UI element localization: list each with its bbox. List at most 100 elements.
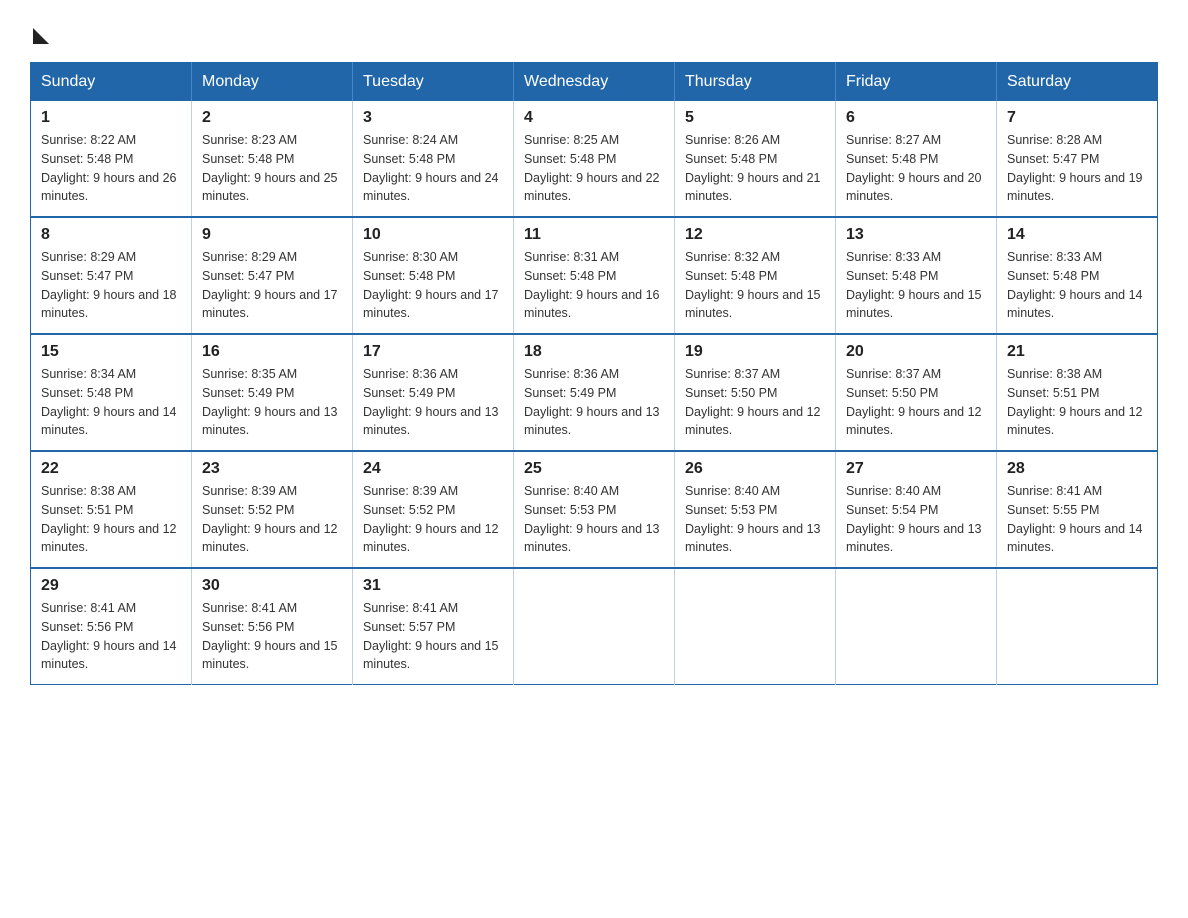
weekday-header-friday: Friday	[836, 63, 997, 102]
day-info: Sunrise: 8:24 AMSunset: 5:48 PMDaylight:…	[363, 133, 499, 203]
weekday-header-monday: Monday	[192, 63, 353, 102]
day-info: Sunrise: 8:40 AMSunset: 5:53 PMDaylight:…	[685, 484, 821, 554]
logo-arrow-icon	[33, 28, 49, 44]
day-number: 12	[685, 226, 825, 244]
calendar-cell: 31 Sunrise: 8:41 AMSunset: 5:57 PMDaylig…	[353, 568, 514, 685]
day-number: 23	[202, 460, 342, 478]
calendar-table: SundayMondayTuesdayWednesdayThursdayFrid…	[30, 62, 1158, 685]
day-info: Sunrise: 8:37 AMSunset: 5:50 PMDaylight:…	[846, 367, 982, 437]
calendar-cell: 15 Sunrise: 8:34 AMSunset: 5:48 PMDaylig…	[31, 334, 192, 451]
calendar-cell: 30 Sunrise: 8:41 AMSunset: 5:56 PMDaylig…	[192, 568, 353, 685]
day-info: Sunrise: 8:40 AMSunset: 5:54 PMDaylight:…	[846, 484, 982, 554]
day-info: Sunrise: 8:36 AMSunset: 5:49 PMDaylight:…	[363, 367, 499, 437]
calendar-cell: 24 Sunrise: 8:39 AMSunset: 5:52 PMDaylig…	[353, 451, 514, 568]
day-number: 21	[1007, 343, 1147, 361]
day-info: Sunrise: 8:29 AMSunset: 5:47 PMDaylight:…	[41, 250, 177, 320]
calendar-cell: 2 Sunrise: 8:23 AMSunset: 5:48 PMDayligh…	[192, 101, 353, 217]
day-info: Sunrise: 8:39 AMSunset: 5:52 PMDaylight:…	[202, 484, 338, 554]
page-header	[30, 20, 1158, 44]
day-number: 17	[363, 343, 503, 361]
day-number: 13	[846, 226, 986, 244]
day-info: Sunrise: 8:34 AMSunset: 5:48 PMDaylight:…	[41, 367, 177, 437]
calendar-week-row: 29 Sunrise: 8:41 AMSunset: 5:56 PMDaylig…	[31, 568, 1158, 685]
day-info: Sunrise: 8:36 AMSunset: 5:49 PMDaylight:…	[524, 367, 660, 437]
calendar-cell: 23 Sunrise: 8:39 AMSunset: 5:52 PMDaylig…	[192, 451, 353, 568]
calendar-cell: 14 Sunrise: 8:33 AMSunset: 5:48 PMDaylig…	[997, 217, 1158, 334]
calendar-cell: 16 Sunrise: 8:35 AMSunset: 5:49 PMDaylig…	[192, 334, 353, 451]
calendar-cell: 17 Sunrise: 8:36 AMSunset: 5:49 PMDaylig…	[353, 334, 514, 451]
calendar-week-row: 22 Sunrise: 8:38 AMSunset: 5:51 PMDaylig…	[31, 451, 1158, 568]
calendar-cell: 29 Sunrise: 8:41 AMSunset: 5:56 PMDaylig…	[31, 568, 192, 685]
calendar-week-row: 1 Sunrise: 8:22 AMSunset: 5:48 PMDayligh…	[31, 101, 1158, 217]
day-number: 3	[363, 109, 503, 127]
day-info: Sunrise: 8:33 AMSunset: 5:48 PMDaylight:…	[1007, 250, 1143, 320]
calendar-cell: 12 Sunrise: 8:32 AMSunset: 5:48 PMDaylig…	[675, 217, 836, 334]
calendar-cell: 4 Sunrise: 8:25 AMSunset: 5:48 PMDayligh…	[514, 101, 675, 217]
calendar-cell: 5 Sunrise: 8:26 AMSunset: 5:48 PMDayligh…	[675, 101, 836, 217]
day-number: 14	[1007, 226, 1147, 244]
day-number: 7	[1007, 109, 1147, 127]
day-info: Sunrise: 8:41 AMSunset: 5:55 PMDaylight:…	[1007, 484, 1143, 554]
day-number: 8	[41, 226, 181, 244]
day-number: 26	[685, 460, 825, 478]
calendar-cell: 22 Sunrise: 8:38 AMSunset: 5:51 PMDaylig…	[31, 451, 192, 568]
day-number: 25	[524, 460, 664, 478]
calendar-cell: 25 Sunrise: 8:40 AMSunset: 5:53 PMDaylig…	[514, 451, 675, 568]
day-number: 30	[202, 577, 342, 595]
calendar-cell	[836, 568, 997, 685]
day-number: 5	[685, 109, 825, 127]
day-info: Sunrise: 8:32 AMSunset: 5:48 PMDaylight:…	[685, 250, 821, 320]
day-info: Sunrise: 8:22 AMSunset: 5:48 PMDaylight:…	[41, 133, 177, 203]
calendar-cell	[514, 568, 675, 685]
day-number: 16	[202, 343, 342, 361]
calendar-cell	[675, 568, 836, 685]
day-number: 24	[363, 460, 503, 478]
day-number: 11	[524, 226, 664, 244]
day-info: Sunrise: 8:40 AMSunset: 5:53 PMDaylight:…	[524, 484, 660, 554]
day-info: Sunrise: 8:26 AMSunset: 5:48 PMDaylight:…	[685, 133, 821, 203]
logo	[30, 26, 49, 44]
calendar-cell: 28 Sunrise: 8:41 AMSunset: 5:55 PMDaylig…	[997, 451, 1158, 568]
day-info: Sunrise: 8:38 AMSunset: 5:51 PMDaylight:…	[1007, 367, 1143, 437]
day-number: 1	[41, 109, 181, 127]
day-info: Sunrise: 8:35 AMSunset: 5:49 PMDaylight:…	[202, 367, 338, 437]
weekday-header-wednesday: Wednesday	[514, 63, 675, 102]
day-number: 9	[202, 226, 342, 244]
calendar-cell: 10 Sunrise: 8:30 AMSunset: 5:48 PMDaylig…	[353, 217, 514, 334]
calendar-cell: 26 Sunrise: 8:40 AMSunset: 5:53 PMDaylig…	[675, 451, 836, 568]
calendar-cell: 18 Sunrise: 8:36 AMSunset: 5:49 PMDaylig…	[514, 334, 675, 451]
day-number: 27	[846, 460, 986, 478]
day-number: 19	[685, 343, 825, 361]
day-number: 29	[41, 577, 181, 595]
day-info: Sunrise: 8:39 AMSunset: 5:52 PMDaylight:…	[363, 484, 499, 554]
day-number: 31	[363, 577, 503, 595]
day-number: 4	[524, 109, 664, 127]
calendar-cell	[997, 568, 1158, 685]
day-number: 18	[524, 343, 664, 361]
day-info: Sunrise: 8:41 AMSunset: 5:56 PMDaylight:…	[202, 601, 338, 671]
day-number: 6	[846, 109, 986, 127]
calendar-cell: 20 Sunrise: 8:37 AMSunset: 5:50 PMDaylig…	[836, 334, 997, 451]
calendar-cell: 19 Sunrise: 8:37 AMSunset: 5:50 PMDaylig…	[675, 334, 836, 451]
weekday-header-sunday: Sunday	[31, 63, 192, 102]
day-info: Sunrise: 8:37 AMSunset: 5:50 PMDaylight:…	[685, 367, 821, 437]
calendar-cell: 1 Sunrise: 8:22 AMSunset: 5:48 PMDayligh…	[31, 101, 192, 217]
calendar-cell: 21 Sunrise: 8:38 AMSunset: 5:51 PMDaylig…	[997, 334, 1158, 451]
calendar-cell: 9 Sunrise: 8:29 AMSunset: 5:47 PMDayligh…	[192, 217, 353, 334]
calendar-cell: 11 Sunrise: 8:31 AMSunset: 5:48 PMDaylig…	[514, 217, 675, 334]
day-info: Sunrise: 8:33 AMSunset: 5:48 PMDaylight:…	[846, 250, 982, 320]
day-info: Sunrise: 8:29 AMSunset: 5:47 PMDaylight:…	[202, 250, 338, 320]
calendar-week-row: 8 Sunrise: 8:29 AMSunset: 5:47 PMDayligh…	[31, 217, 1158, 334]
day-info: Sunrise: 8:38 AMSunset: 5:51 PMDaylight:…	[41, 484, 177, 554]
calendar-week-row: 15 Sunrise: 8:34 AMSunset: 5:48 PMDaylig…	[31, 334, 1158, 451]
calendar-header-row: SundayMondayTuesdayWednesdayThursdayFrid…	[31, 63, 1158, 102]
day-info: Sunrise: 8:28 AMSunset: 5:47 PMDaylight:…	[1007, 133, 1143, 203]
day-info: Sunrise: 8:27 AMSunset: 5:48 PMDaylight:…	[846, 133, 982, 203]
calendar-cell: 27 Sunrise: 8:40 AMSunset: 5:54 PMDaylig…	[836, 451, 997, 568]
day-number: 20	[846, 343, 986, 361]
day-info: Sunrise: 8:31 AMSunset: 5:48 PMDaylight:…	[524, 250, 660, 320]
day-info: Sunrise: 8:30 AMSunset: 5:48 PMDaylight:…	[363, 250, 499, 320]
calendar-cell: 13 Sunrise: 8:33 AMSunset: 5:48 PMDaylig…	[836, 217, 997, 334]
day-info: Sunrise: 8:41 AMSunset: 5:57 PMDaylight:…	[363, 601, 499, 671]
calendar-cell: 3 Sunrise: 8:24 AMSunset: 5:48 PMDayligh…	[353, 101, 514, 217]
